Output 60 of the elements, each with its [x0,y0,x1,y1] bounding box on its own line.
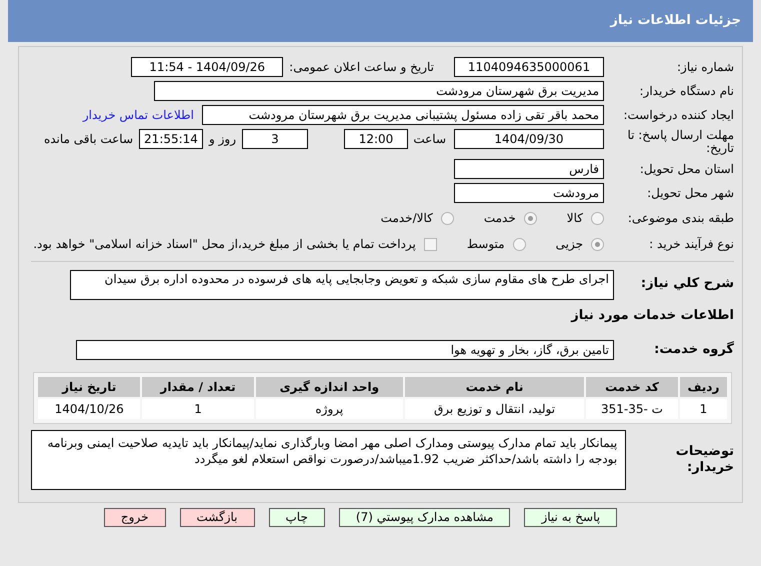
field-label: متوسط [466,236,505,253]
deadline-time-field: 12:00 [344,129,408,149]
action-button[interactable]: خروج [104,508,166,526]
buyer-field: مدیریت برق شهرستان مرودشت [154,81,604,101]
field-label: شهر محل تحویل: [646,185,734,202]
field-label: نوع فرآیند خرید : [648,236,734,253]
radio-button[interactable] [591,238,604,250]
table-cell: پروژه [256,398,403,418]
field-label: ایجاد کننده درخواست: [622,107,734,124]
notes-field: پیمانکار باید تمام مدارک پیوستی ومدارک اصلی مهر امضا وبارگذاری نماید/پیمانکار باید تایدیه صلاحیت ایمنی وبرنامه بودجه را داشته باشد/حداکثر ضریب 1.92میباشد/درصورت نواقص استعلام لغو میگردد [31,430,626,490]
column-header: تاریخ نیاز [38,376,140,396]
province-field: فارس [454,159,604,179]
city-field: مرودشت [454,183,604,203]
field-label: کالا/خدمت [380,210,433,227]
page-title: جزئیات اطلاعات نیاز [610,12,741,30]
radio-button[interactable] [524,212,537,224]
table-cell: 1 [142,398,254,418]
field-label: ساعت [416,131,446,148]
column-header: ردیف [680,376,727,396]
creator-field: محمد باقر تقی زاده مسئول پشتیبانی مدیریت برق شهرستان مرودشت [202,105,604,125]
table-cell: تولید، انتقال و توزیع برق [404,398,584,418]
field-label: جزیی [556,236,583,253]
checkbox[interactable] [424,238,437,250]
field-label: شماره نیاز: [676,59,734,76]
section-heading: اطلاعات خدمات مورد نیاز [570,307,734,325]
field-label: گروه خدمت: [653,340,734,359]
field-label: طبقه بندی موضوعی: [626,210,734,227]
remaining-time-field: 21:55:14 [139,129,203,149]
contact-link[interactable]: اطلاعات تماس خریدار [82,106,194,124]
field-label: شرح کلي نیاز: [640,275,734,293]
field-label: نام دستگاه خریدار: [638,83,734,100]
table-cell: 1 [680,398,727,418]
field-label: کالا [566,210,583,227]
field-label: تاریخ و ساعت اعلان عمومی: [289,59,434,76]
table-cell: ت -35-351 [586,398,678,418]
announce-date-field: 1404/09/26 - 11:54 [131,57,284,77]
radio-button[interactable] [512,238,526,250]
column-header: کد خدمت [586,376,678,396]
field-label: مهلت ارسال پاسخ: تا تاریخ: [626,129,734,155]
field-label: خدمت [484,210,516,227]
field-label: استان محل تحویل: [638,161,734,178]
table-cell: 1404/10/26 [38,398,140,418]
field-label: پرداخت تمام یا بخشی از مبلغ خرید،از محل "اسناد خزانه اسلامی" خواهد بود. [33,236,416,253]
deadline-date-field: 1404/09/30 [454,129,604,149]
service-group-field: تامین برق، گاز، بخار و تهویه هوا [76,340,614,360]
column-header: نام خدمت [404,376,584,396]
field-label: توضیحات خریدار: [674,442,734,476]
radio-button[interactable] [440,212,454,224]
field-label: روز و [209,131,236,148]
action-button[interactable]: مشاهده مدارک پیوستي (7) [338,508,510,526]
days-field: 3 [242,129,308,149]
action-button[interactable]: بازگشت [180,508,254,526]
field-label: ساعت باقی مانده [44,131,133,148]
radio-button[interactable] [591,212,604,224]
column-header: واحد اندازه گیری [256,376,403,396]
action-button[interactable]: چاپ [268,508,325,526]
column-header: تعداد / مقدار [142,376,254,396]
description-field: اجرای طرح های مقاوم سازی شبکه و تعویض وجابجایی پایه های فرسوده در محدوده اداره برق سیدان [70,270,614,300]
action-button[interactable]: پاسخ به نیاز [524,508,618,526]
need-number-field: 1104094635000061 [454,57,604,77]
